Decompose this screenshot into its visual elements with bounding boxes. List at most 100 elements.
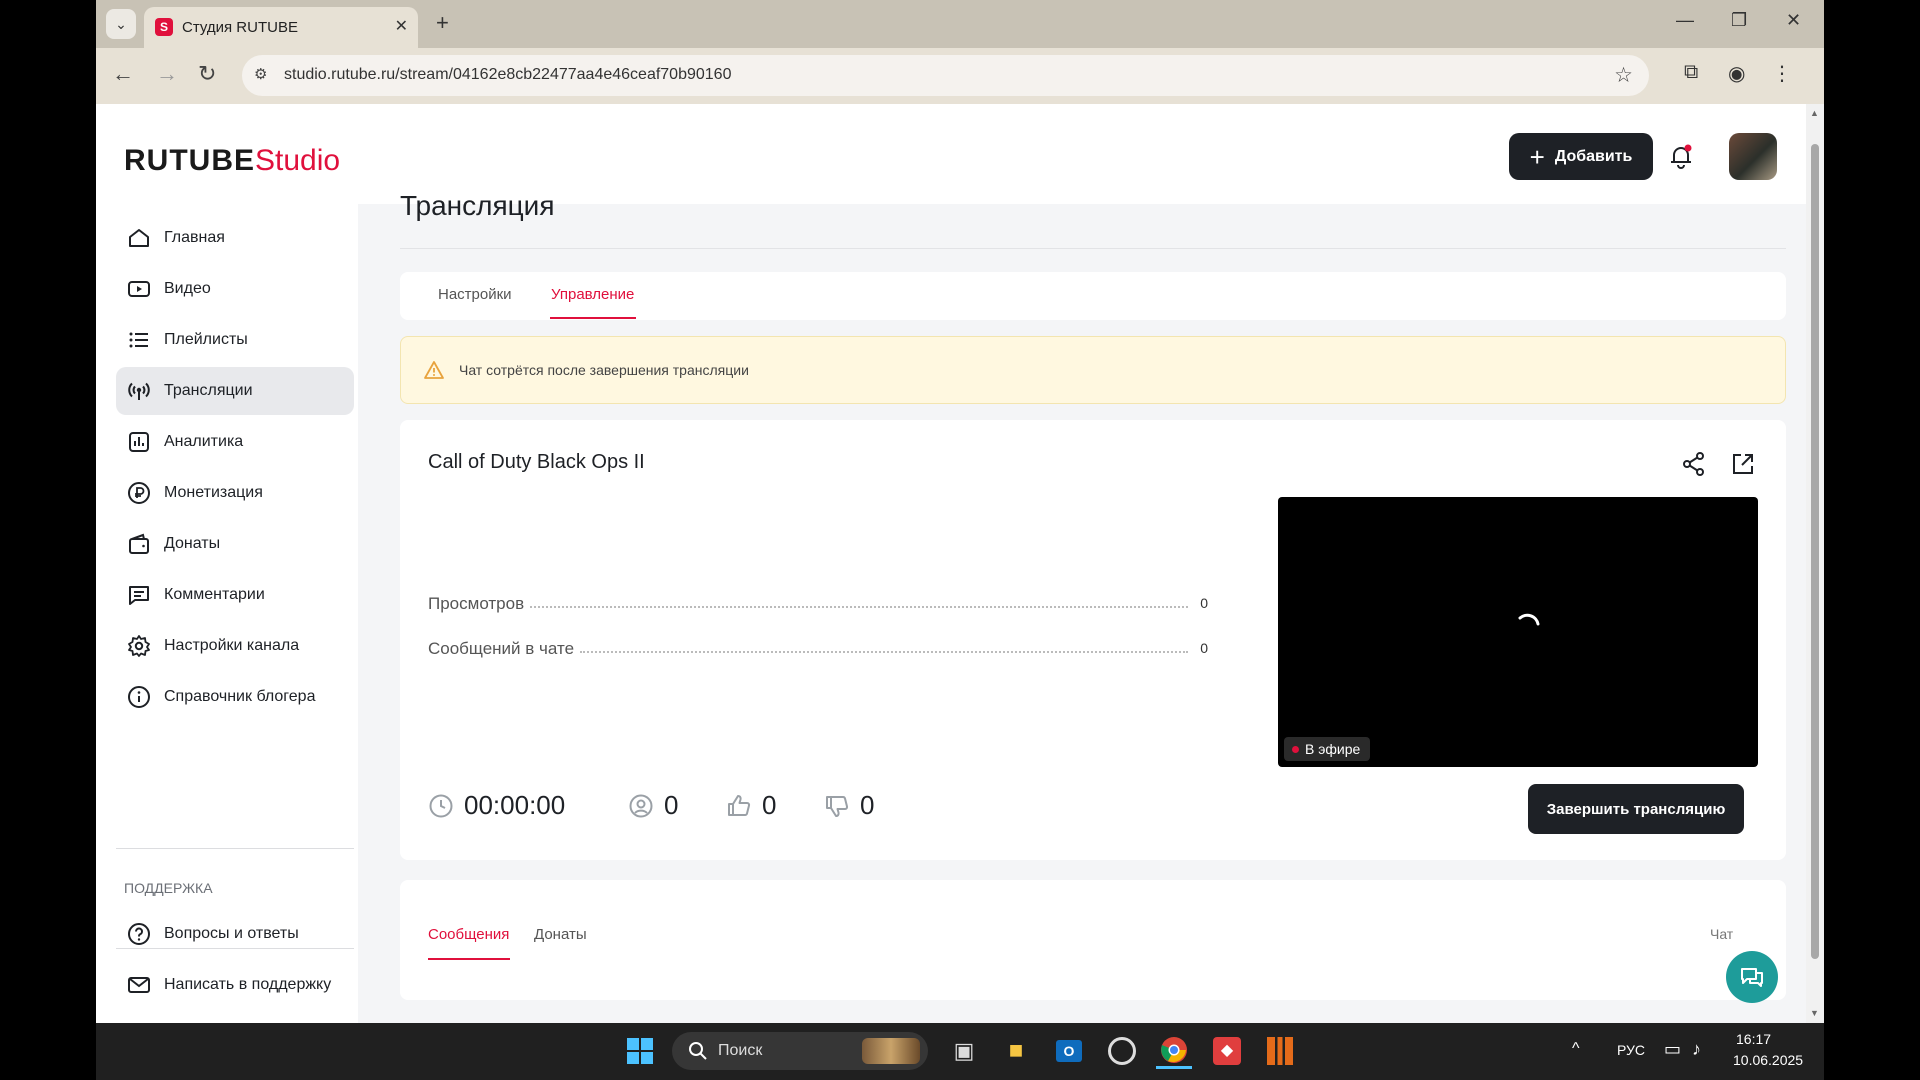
tab-donations[interactable]: Донаты: [534, 926, 587, 943]
sidebar-item-donations[interactable]: Донаты: [116, 520, 354, 568]
bell-icon[interactable]: [1666, 141, 1696, 171]
back-icon[interactable]: ←: [112, 61, 134, 87]
search-label: Поиск: [718, 1042, 763, 1059]
new-tab-button[interactable]: +: [436, 10, 449, 36]
tab-settings[interactable]: Настройки: [438, 286, 512, 303]
logo-main: RUTUBE: [124, 144, 255, 177]
wallet-icon: [124, 529, 154, 559]
minimize-icon[interactable]: —: [1676, 10, 1694, 31]
sidebar-item-contact-support[interactable]: Написать в поддержку: [116, 961, 354, 1009]
search-highlight-image: [862, 1038, 920, 1064]
sidebar-item-comments[interactable]: Комментарии: [116, 571, 354, 619]
sidebar-divider: [116, 848, 354, 849]
sidebar-item-channel-settings[interactable]: Настройки канала: [116, 622, 354, 670]
add-button[interactable]: + Добавить: [1509, 133, 1653, 180]
clock-date[interactable]: 10.06.2025: [1733, 1052, 1803, 1068]
network-icon[interactable]: ▭: [1664, 1039, 1681, 1060]
sidebar-item-label: Аналитика: [164, 433, 244, 450]
file-explorer-button[interactable]: ■: [998, 1033, 1034, 1069]
viewers-value: 0: [664, 790, 679, 820]
sidebar: Главная Видео Плейлисты Трансляции Анали…: [96, 204, 358, 1023]
window-close-icon[interactable]: ✕: [1786, 10, 1801, 31]
warning-text: Чат сотрётся после завершения трансляции: [459, 362, 749, 378]
metric-viewers: 0: [628, 790, 678, 821]
gear-icon: [124, 631, 154, 661]
sidebar-item-label: Главная: [164, 229, 225, 246]
language-indicator[interactable]: РУС: [1617, 1042, 1645, 1058]
plus-icon: +: [1529, 141, 1545, 172]
url-text[interactable]: studio.rutube.ru/stream/04162e8cb22477aa…: [284, 66, 731, 84]
address-bar[interactable]: ⚙ studio.rutube.ru/stream/04162e8cb22477…: [242, 55, 1649, 96]
end-stream-button[interactable]: Завершить трансляцию: [1528, 784, 1744, 834]
share-icon[interactable]: [1680, 450, 1708, 478]
menu-kebab-icon[interactable]: ⋮: [1772, 61, 1792, 86]
tab-close-icon[interactable]: ✕: [395, 16, 408, 36]
sidebar-item-blogger-guide[interactable]: Справочник блогера: [116, 673, 354, 721]
sidebar-item-label: Донаты: [164, 535, 221, 552]
active-tab-indicator: [550, 317, 636, 319]
rutube-studio-logo[interactable]: RUTUBEStudio: [124, 144, 340, 178]
chrome-button[interactable]: [1156, 1033, 1192, 1069]
taskbar-search[interactable]: Поиск: [672, 1032, 928, 1070]
sidebar-item-monetization[interactable]: Монетизация: [116, 469, 354, 517]
obs-icon: [1108, 1037, 1136, 1065]
viewer-icon: [629, 794, 653, 817]
task-view-button[interactable]: ▣: [946, 1033, 982, 1069]
avatar[interactable]: [1729, 133, 1777, 180]
stat-chat-messages: Сообщений в чате 0: [428, 635, 1208, 659]
clock-time[interactable]: 16:17: [1736, 1031, 1771, 1047]
anydesk-button[interactable]: ◆: [1209, 1033, 1245, 1069]
extensions-icon[interactable]: ⧉: [1684, 61, 1698, 84]
add-button-label: Добавить: [1554, 147, 1633, 165]
likes-value: 0: [762, 790, 777, 820]
profile-icon[interactable]: ◉: [1728, 61, 1745, 86]
sidebar-item-label: Монетизация: [164, 484, 263, 501]
start-button[interactable]: [622, 1033, 658, 1069]
obs-button[interactable]: [1104, 1033, 1140, 1069]
sidebar-item-faq[interactable]: Вопросы и ответы: [116, 910, 354, 958]
task-view-icon: ▣: [953, 1038, 975, 1063]
page-scrollbar[interactable]: ▲ ▼: [1806, 104, 1824, 1023]
logo-studio: Studio: [255, 144, 341, 177]
sidebar-item-home[interactable]: Главная: [116, 214, 354, 262]
game-button[interactable]: [1262, 1033, 1298, 1069]
tab-messages[interactable]: Сообщения: [428, 926, 509, 943]
broadcast-icon: [124, 376, 154, 406]
scroll-up-icon[interactable]: ▲: [1810, 108, 1819, 118]
analytics-icon: [124, 427, 154, 457]
tab-search-button[interactable]: ⌄: [106, 9, 136, 39]
sidebar-item-label: Плейлисты: [164, 331, 248, 348]
browser-toolbar: ← → ↻ ⚙ studio.rutube.ru/stream/04162e8c…: [96, 48, 1824, 104]
browser-tab[interactable]: S Студия RUTUBE ✕: [144, 7, 418, 48]
volume-icon[interactable]: ♪: [1692, 1039, 1701, 1060]
external-link-icon[interactable]: [1729, 450, 1757, 478]
tray-overflow-icon[interactable]: ^: [1572, 1040, 1580, 1058]
stream-title: Call of Duty Black Ops II: [428, 451, 645, 473]
tab-management[interactable]: Управление: [551, 286, 634, 303]
page-title: Трансляция: [400, 190, 555, 221]
site-info-icon[interactable]: ⚙: [254, 65, 274, 85]
metric-dislikes: 0: [824, 790, 874, 821]
stat-leader-dots: [530, 606, 1188, 608]
support-heading: ПОДДЕРЖКА: [124, 880, 213, 896]
help-chat-button[interactable]: [1726, 951, 1778, 1003]
scroll-thumb[interactable]: [1811, 144, 1819, 959]
chat-label: Чат: [1710, 926, 1734, 942]
reload-icon[interactable]: ↻: [198, 61, 216, 87]
stream-preview-player[interactable]: В эфире: [1278, 497, 1758, 767]
outlook-button[interactable]: O: [1051, 1033, 1087, 1069]
list-icon: [124, 325, 154, 355]
stat-leader-dots: [580, 651, 1188, 653]
sidebar-item-analytics[interactable]: Аналитика: [116, 418, 354, 466]
scroll-down-icon[interactable]: ▼: [1810, 1008, 1819, 1018]
sidebar-item-video[interactable]: Видео: [116, 265, 354, 313]
forward-icon[interactable]: →: [156, 61, 178, 87]
sidebar-item-broadcasts[interactable]: Трансляции: [116, 367, 354, 415]
comment-icon: [124, 580, 154, 610]
restore-icon[interactable]: ❐: [1731, 10, 1747, 31]
page: RUTUBEStudio + Добавить Главная Видео Пл…: [96, 104, 1806, 1023]
sidebar-item-playlists[interactable]: Плейлисты: [116, 316, 354, 364]
bookmark-star-icon[interactable]: ☆: [1614, 63, 1633, 88]
title-divider: [400, 248, 1786, 249]
thumbs-down-icon: [826, 795, 849, 817]
